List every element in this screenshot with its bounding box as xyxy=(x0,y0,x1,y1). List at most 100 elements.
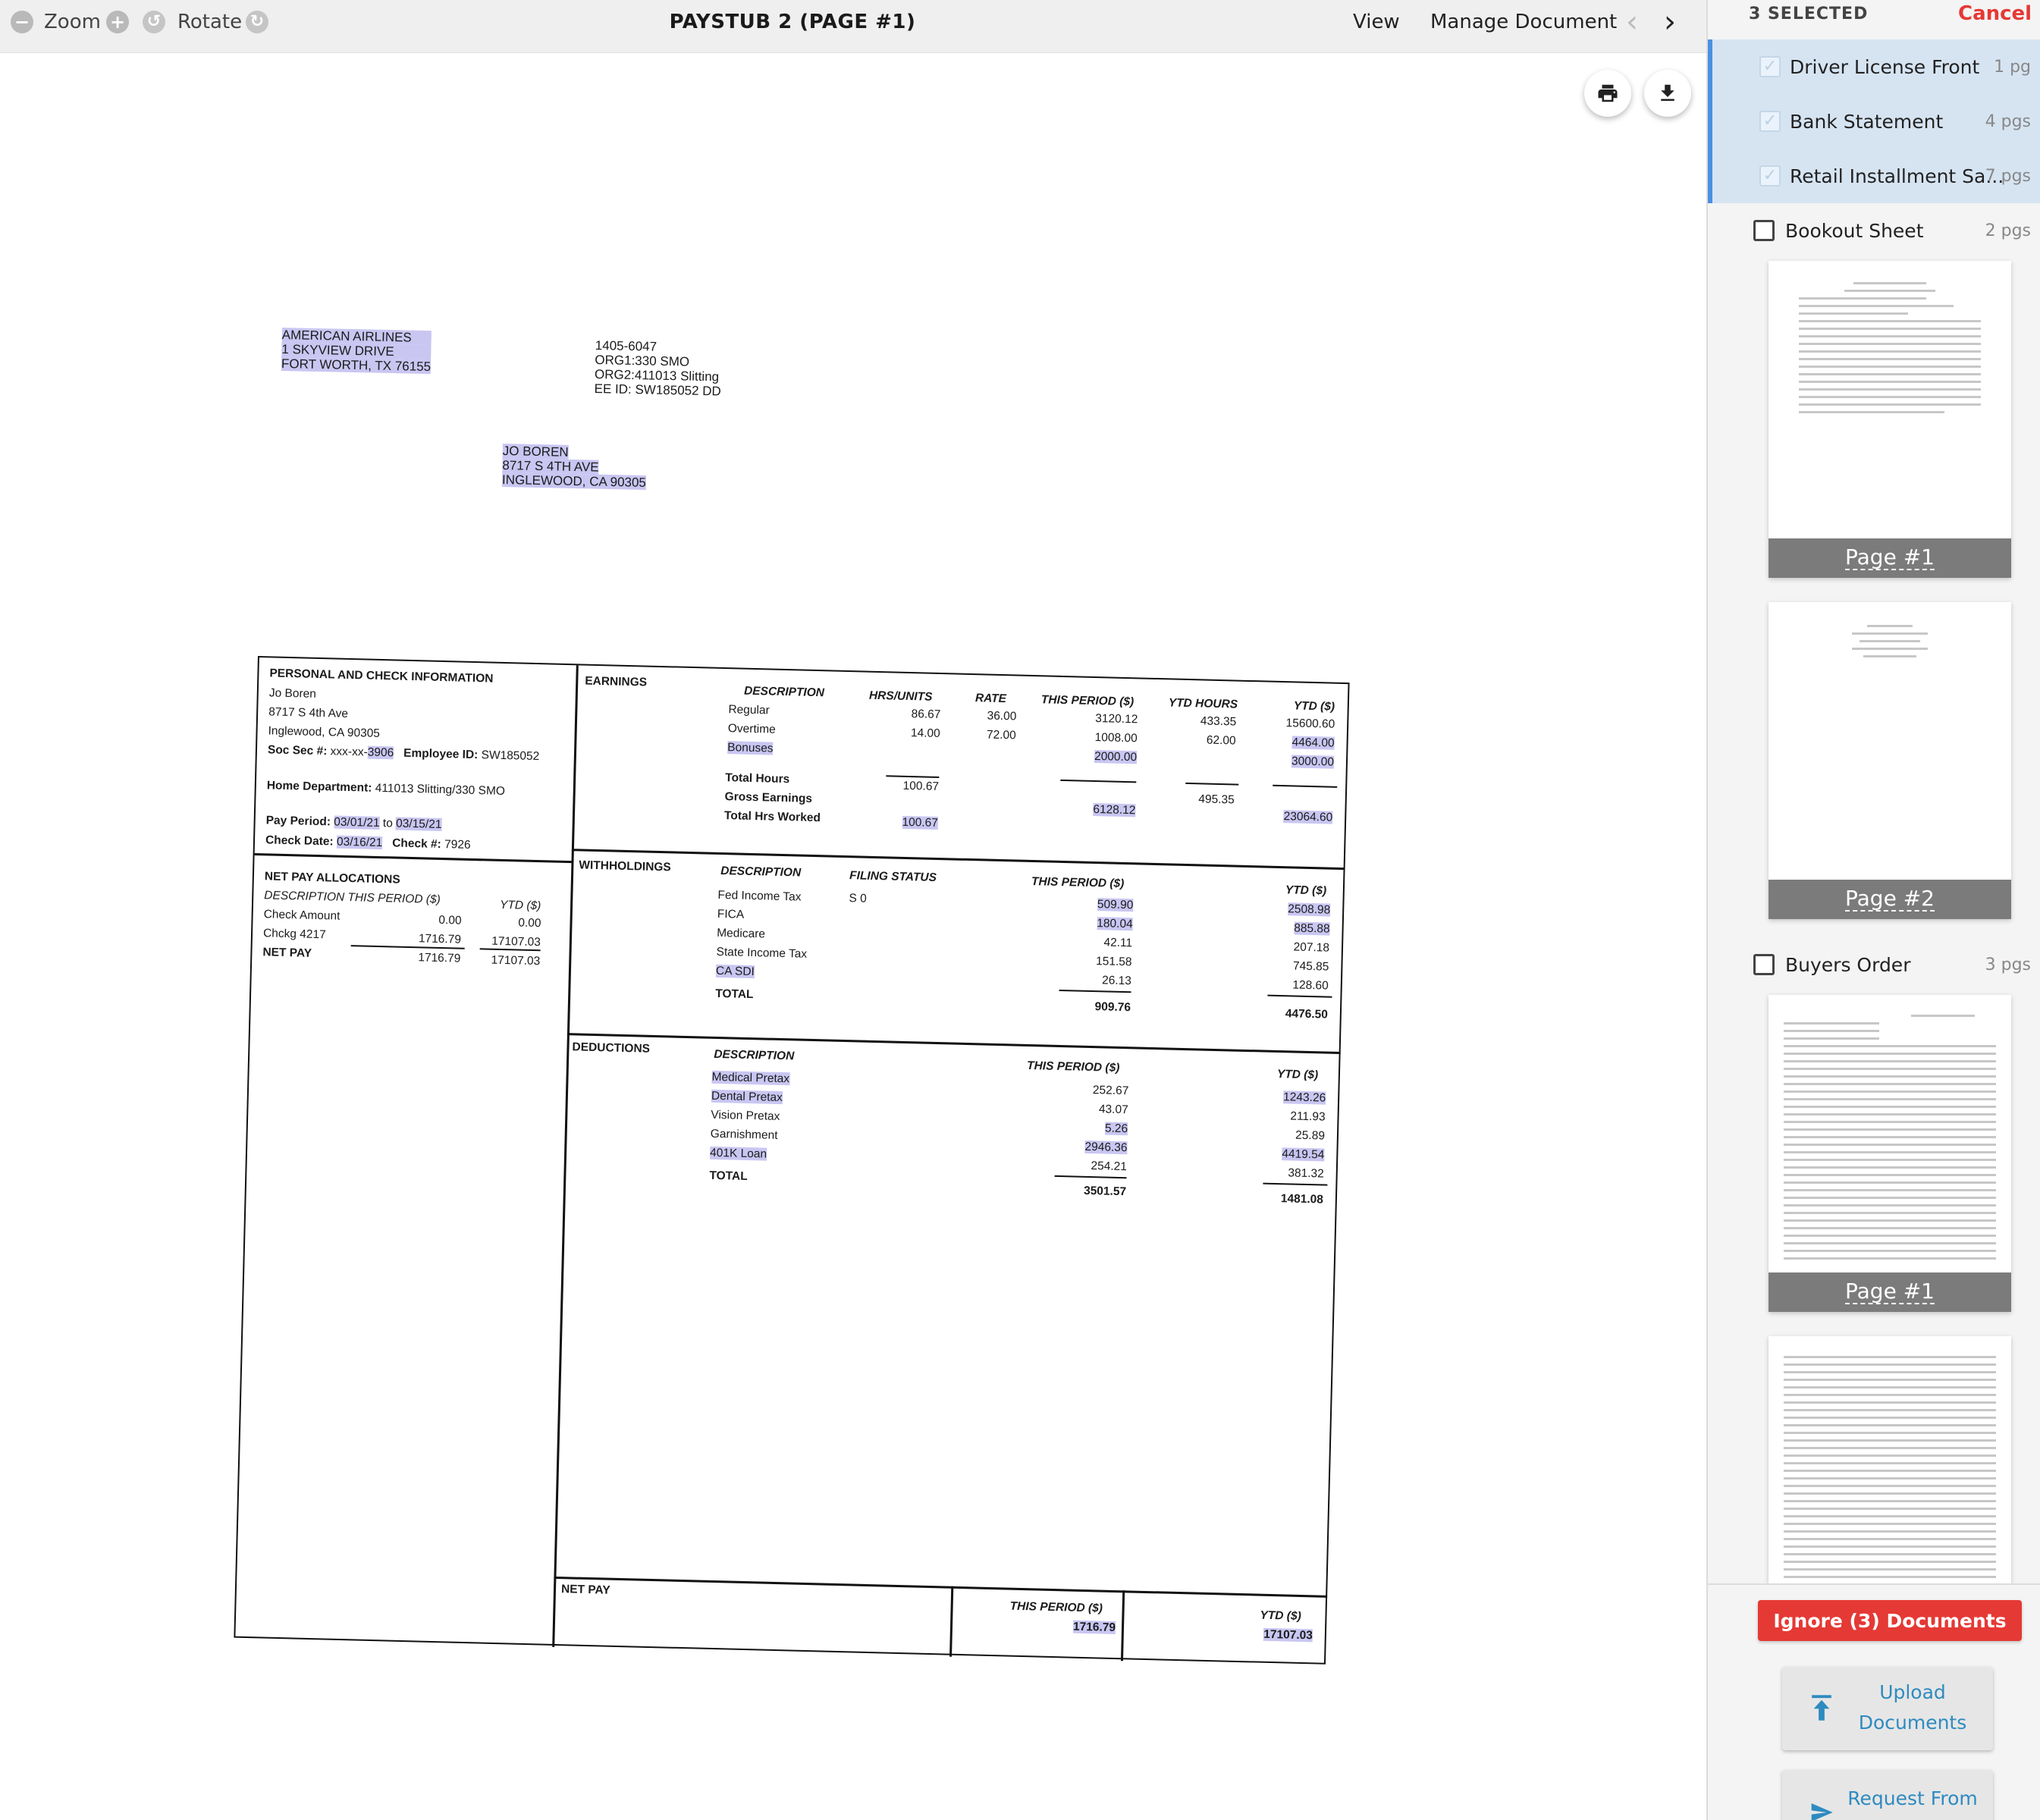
net-pay-col-ytd: YTD ($) xyxy=(1260,1608,1301,1623)
checkbox-checked-icon[interactable]: ✓ xyxy=(1759,56,1781,77)
document-row-bookout-sheet[interactable]: Bookout Sheet 2 pgs xyxy=(1708,203,2040,258)
page-thumbnail[interactable]: Page #1 xyxy=(1769,261,2011,578)
withholdings-col-filing: FILING STATUS xyxy=(849,869,937,884)
selection-header: 3 SELECTED Cancel xyxy=(1708,0,2040,32)
withholding-row-filing: S 0 xyxy=(849,892,867,905)
document-name: Driver License Front xyxy=(1790,55,1980,78)
view-menu[interactable]: View xyxy=(1353,0,1400,44)
zoom-out-button[interactable]: − xyxy=(11,0,33,44)
earnings-rule xyxy=(1185,782,1239,786)
net-alloc-total-ytd: 17107.03 xyxy=(491,953,541,968)
chevron-right-icon: › xyxy=(1664,5,1676,39)
paystub-page: AMERICAN AIRLINES 1 SKYVIEW DRIVE FORT W… xyxy=(0,53,1706,1820)
divider-deductions xyxy=(566,1033,1341,1054)
plus-icon: + xyxy=(106,11,129,33)
upload-label-line1: Upload xyxy=(1879,1681,1946,1703)
withholding-row-period: 509.90 xyxy=(1097,898,1134,912)
earnings-row-desc: Regular xyxy=(728,703,770,717)
withholdings-rule xyxy=(1059,989,1131,993)
document-pages: 1 pg xyxy=(1994,57,2031,77)
document-name: Retail Installment Sa... xyxy=(1790,165,2004,187)
next-page-button[interactable]: › xyxy=(1664,0,1676,44)
thumbnail-content xyxy=(1799,282,1981,419)
checkbox-checked-icon[interactable]: ✓ xyxy=(1759,111,1781,132)
deduction-row-ytd: 381.32 xyxy=(1288,1166,1324,1181)
deduction-row-desc: Medical Pretax xyxy=(711,1070,790,1086)
upload-documents-button[interactable]: Upload Documents xyxy=(1782,1667,1993,1750)
earnings-row-period: 3120.12 xyxy=(1095,712,1138,726)
employee-codes: 1405-6047 ORG1:330 SMO ORG2:411013 Slitt… xyxy=(594,338,722,398)
department-value: 411013 Slitting/330 SMO xyxy=(375,781,506,799)
deductions-rule xyxy=(1054,1175,1127,1178)
personal-street: 8717 S 4th Ave xyxy=(268,705,349,720)
previous-page-button[interactable]: ‹ xyxy=(1626,0,1638,44)
page-thumbnail[interactable]: Page #1 xyxy=(1769,995,2011,1312)
document-row-retail-installment[interactable]: ✓ Retail Installment Sa... 7 pgs xyxy=(1708,149,2040,203)
document-row-driver-license[interactable]: ✓ Driver License Front 1 pg xyxy=(1708,39,2040,94)
divider-netpay-col2 xyxy=(1120,1590,1125,1662)
withholdings-col-desc: DESCRIPTION xyxy=(720,864,802,880)
manage-document-menu[interactable]: Manage Document xyxy=(1430,0,1617,44)
document-viewer: AMERICAN AIRLINES 1 SKYVIEW DRIVE FORT W… xyxy=(0,53,1706,1820)
divider-net-pay xyxy=(554,1576,1328,1598)
net-alloc-total-label: NET PAY xyxy=(262,946,312,960)
selected-count: 3 SELECTED xyxy=(1749,5,1869,24)
document-name: Bookout Sheet xyxy=(1785,219,1924,242)
withholding-row-ytd: 207.18 xyxy=(1293,940,1330,955)
deductions-col-ytd: YTD ($) xyxy=(1276,1068,1319,1082)
send-icon xyxy=(1811,1803,1833,1820)
earnings-col-hrs: HRS/UNITS xyxy=(868,689,933,704)
earnings-row-rate: 36.00 xyxy=(987,709,1017,723)
deductions-col-desc: DESCRIPTION xyxy=(714,1047,795,1063)
total-ytd-hours-value: 495.35 xyxy=(1198,792,1235,807)
document-row-bank-statement[interactable]: ✓ Bank Statement 4 pgs xyxy=(1708,94,2040,149)
deduction-row-period: 43.07 xyxy=(1098,1103,1128,1117)
withholding-row-period: 151.58 xyxy=(1095,955,1132,969)
withholdings-total-period: 909.76 xyxy=(1094,1000,1131,1015)
net-alloc-col-ytd: YTD ($) xyxy=(499,898,541,913)
deductions-col-period: THIS PERIOD ($) xyxy=(1026,1059,1120,1075)
earnings-row-rate: 72.00 xyxy=(986,728,1016,742)
withholdings-col-period: THIS PERIOD ($) xyxy=(1031,875,1125,890)
ignore-documents-button[interactable]: Ignore (3) Documents xyxy=(1758,1600,2022,1641)
net-pay-ytd: 17107.03 xyxy=(1263,1627,1313,1643)
zoom-in-button[interactable]: + xyxy=(106,0,129,44)
checkbox-icon[interactable] xyxy=(1753,954,1775,975)
checkbox-checked-icon[interactable]: ✓ xyxy=(1759,165,1781,187)
request-from-button[interactable]: Request From xyxy=(1782,1770,1993,1820)
earnings-col-ytd: YTD ($) xyxy=(1293,699,1335,714)
gross-earnings-label: Gross Earnings xyxy=(724,790,813,805)
checkbox-icon[interactable] xyxy=(1753,220,1775,241)
page-label: Page #2 xyxy=(1769,880,2011,919)
deduction-row-period: 252.67 xyxy=(1092,1084,1129,1098)
earnings-header: EARNINGS xyxy=(585,674,648,689)
earnings-row-hrs: 86.67 xyxy=(911,708,941,722)
employee-id-value: SW185052 xyxy=(481,748,540,764)
rotate-left-button[interactable]: ↺ xyxy=(143,0,165,44)
net-alloc-row-desc: Chckg 4217 xyxy=(262,927,326,942)
divider-personal xyxy=(254,852,572,863)
divider-withholdings xyxy=(571,849,1345,870)
deductions-total-ytd: 1481.08 xyxy=(1280,1192,1324,1207)
net-alloc-col-desc: DESCRIPTION xyxy=(264,889,345,904)
deduction-row-ytd: 1243.26 xyxy=(1282,1090,1326,1105)
check-number-value: 7926 xyxy=(444,838,471,852)
document-row-buyers-order[interactable]: Buyers Order 3 pgs xyxy=(1708,937,2040,992)
net-alloc-row-period: 0.00 xyxy=(438,913,462,927)
department-label: Home Department: xyxy=(266,779,375,795)
net-alloc-row-period: 1716.79 xyxy=(418,932,462,946)
page-label: Page #1 xyxy=(1769,538,2011,578)
deduction-row-period: 2946.36 xyxy=(1084,1140,1128,1155)
rotate-right-button[interactable]: ↻ xyxy=(246,0,268,44)
withholding-row-period: 180.04 xyxy=(1097,917,1133,931)
page-thumbnail[interactable] xyxy=(1769,1336,2011,1583)
page-thumbnail[interactable]: Page #2 xyxy=(1769,602,2011,919)
earnings-row-ytd: 3000.00 xyxy=(1291,755,1335,769)
deduction-row-desc: Dental Pretax xyxy=(711,1089,783,1105)
thumbnail-content xyxy=(1784,1015,1996,1265)
upload-label-line2: Documents xyxy=(1858,1712,1967,1734)
earnings-row-period: 1008.00 xyxy=(1094,730,1138,745)
page-label-text: Page #2 xyxy=(1845,885,1935,912)
deductions-total-period: 3501.57 xyxy=(1083,1184,1127,1199)
cancel-button[interactable]: Cancel xyxy=(1958,2,2032,25)
